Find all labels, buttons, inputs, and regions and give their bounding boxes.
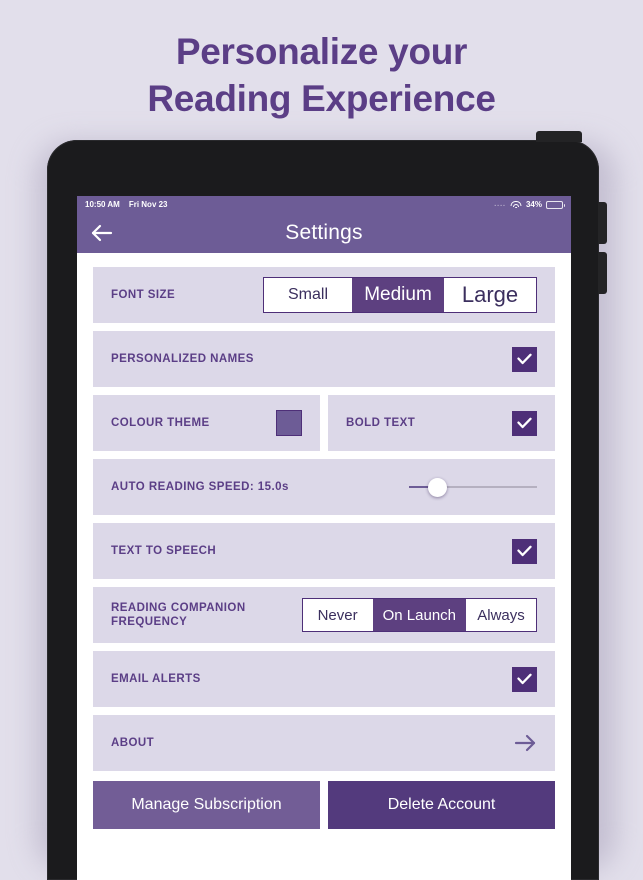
frequency-option-on-launch[interactable]: On Launch <box>372 599 466 631</box>
personalized-names-checkbox[interactable] <box>512 346 537 372</box>
navigation-bar: Settings <box>77 213 571 253</box>
account-action-buttons: Manage Subscription Delete Account <box>93 781 555 829</box>
personalized-names-label: PERSONALIZED NAMES <box>111 353 254 365</box>
tablet-device-frame: 10:50 AM Fri Nov 23 .... 34% Settings FO… <box>47 131 607 880</box>
auto-reading-speed-label: AUTO READING SPEED: 15.0s <box>111 481 289 493</box>
battery-icon <box>546 200 565 209</box>
setting-row-font-size: FONT SIZE Small Medium Large <box>93 267 555 323</box>
font-size-option-small[interactable]: Small <box>264 278 352 312</box>
page-title-line-1: Personalize your <box>175 31 468 72</box>
setting-row-bold-text: BOLD TEXT <box>328 395 555 451</box>
slider-thumb[interactable] <box>427 477 447 497</box>
battery-percent-label: 34% <box>525 200 542 209</box>
arrow-right-icon[interactable] <box>513 731 537 755</box>
reading-companion-frequency-segmented-control[interactable]: Never On Launch Always <box>301 598 537 632</box>
about-label: ABOUT <box>111 737 155 749</box>
setting-row-reading-companion-frequency: READING COMPANION FREQUENCY Never On Lau… <box>93 587 555 643</box>
tablet-screen: 10:50 AM Fri Nov 23 .... 34% Settings FO… <box>77 196 571 880</box>
signal-dots-icon: .... <box>494 201 506 208</box>
bold-text-checkbox[interactable] <box>512 410 537 436</box>
volume-up-button[interactable] <box>598 202 607 244</box>
frequency-option-always[interactable]: Always <box>466 599 536 631</box>
auto-reading-speed-slider[interactable] <box>409 475 537 499</box>
colour-theme-swatch[interactable] <box>276 410 302 436</box>
email-alerts-checkbox[interactable] <box>512 666 537 692</box>
setting-row-auto-reading-speed: AUTO READING SPEED: 15.0s <box>93 459 555 515</box>
reading-companion-frequency-label-line-2: FREQUENCY <box>111 616 188 628</box>
setting-row-personalized-names: PERSONALIZED NAMES <box>93 331 555 387</box>
manage-subscription-button[interactable]: Manage Subscription <box>93 781 320 829</box>
setting-row-colour-theme: COLOUR THEME <box>93 395 320 451</box>
page-title: Personalize your Reading Experience <box>0 28 643 122</box>
email-alerts-label: EMAIL ALERTS <box>111 673 201 685</box>
settings-list: FONT SIZE Small Medium Large PERSONALIZE… <box>77 253 571 880</box>
bold-text-label: BOLD TEXT <box>346 417 416 429</box>
font-size-label: FONT SIZE <box>111 289 176 301</box>
reading-companion-frequency-label-line-1: READING COMPANION <box>111 602 246 614</box>
back-arrow-icon[interactable] <box>86 217 118 249</box>
setting-row-text-to-speech: TEXT TO SPEECH <box>93 523 555 579</box>
font-size-option-large[interactable]: Large <box>444 278 536 312</box>
text-to-speech-label: TEXT TO SPEECH <box>111 545 217 557</box>
setting-row-theme-and-bold: COLOUR THEME BOLD TEXT <box>93 395 555 451</box>
volume-down-button[interactable] <box>598 252 607 294</box>
font-size-option-medium[interactable]: Medium <box>352 278 444 312</box>
wifi-icon <box>510 200 522 209</box>
delete-account-button[interactable]: Delete Account <box>328 781 555 829</box>
setting-row-about[interactable]: ABOUT <box>93 715 555 771</box>
status-bar-date: Fri Nov 23 <box>128 200 168 209</box>
frequency-option-never[interactable]: Never <box>302 599 373 631</box>
setting-row-email-alerts: EMAIL ALERTS <box>93 651 555 707</box>
page-title-line-2: Reading Experience <box>147 78 496 119</box>
status-bar: 10:50 AM Fri Nov 23 .... 34% <box>77 196 571 213</box>
font-size-segmented-control[interactable]: Small Medium Large <box>263 277 537 313</box>
reading-companion-frequency-label: READING COMPANION FREQUENCY <box>111 601 302 629</box>
status-bar-time: 10:50 AM <box>85 200 120 209</box>
colour-theme-label: COLOUR THEME <box>111 417 210 429</box>
text-to-speech-checkbox[interactable] <box>512 538 537 564</box>
power-button[interactable] <box>536 131 582 142</box>
screen-title: Settings <box>285 221 363 244</box>
